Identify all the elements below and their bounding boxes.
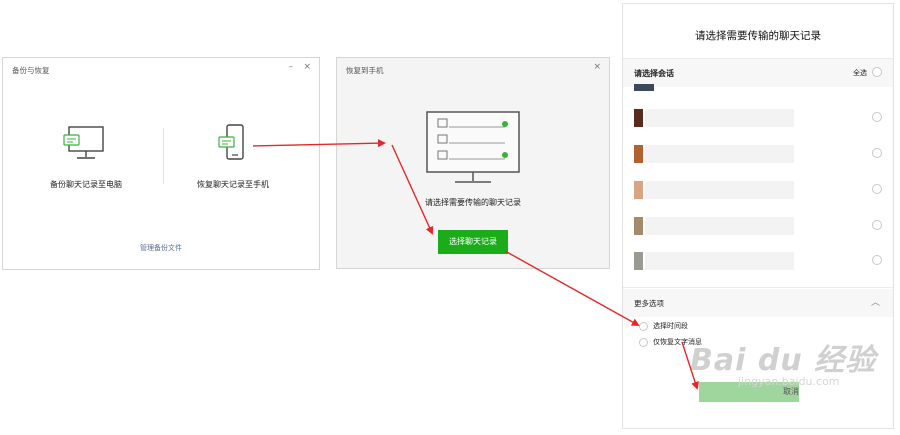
list-item[interactable] (623, 213, 893, 247)
select-all-radio[interactable] (872, 67, 882, 77)
chat-select-radio[interactable] (872, 255, 882, 265)
option-radio[interactable] (639, 321, 648, 331)
list-item[interactable] (623, 248, 893, 282)
restore-to-phone-label: 恢复聊天记录至手机 (197, 180, 269, 189)
avatar (634, 217, 643, 235)
list-item[interactable] (623, 105, 893, 139)
list-item[interactable] (623, 84, 893, 94)
monitor-checklist-icon (426, 111, 520, 183)
chat-select-radio[interactable] (872, 112, 882, 122)
backup-to-pc-option[interactable]: 备份聊天记录至电脑 (21, 124, 151, 190)
avatar (634, 252, 643, 270)
window-title: 恢复到手机 (346, 66, 384, 75)
chat-name-placeholder (645, 145, 794, 163)
list-item[interactable] (623, 177, 893, 211)
option-text-only[interactable]: 仅恢复文字消息 (639, 336, 702, 348)
chat-name-placeholder (645, 109, 794, 127)
option-time-range[interactable]: 选择时间段 (639, 320, 688, 332)
option-label: 仅恢复文字消息 (653, 338, 702, 346)
option-divider (163, 128, 164, 184)
chevron-up-icon[interactable]: ︿ (871, 295, 880, 308)
avatar (634, 84, 654, 91)
section-label: 请选择会话 (634, 69, 674, 78)
window-title: 备份与恢复 (12, 66, 50, 75)
chat-name-placeholder (645, 217, 794, 235)
list-item[interactable] (623, 141, 893, 175)
divider (623, 287, 893, 288)
avatar (634, 181, 643, 199)
phone-icon (218, 124, 244, 160)
chat-select-radio[interactable] (872, 184, 882, 194)
avatar (634, 145, 643, 163)
chat-select-radio[interactable] (872, 148, 882, 158)
chat-select-radio[interactable] (872, 220, 882, 230)
restore-caption: 请选择需要传输的聊天记录 (425, 198, 521, 207)
restore-to-phone-window: 恢复到手机 × 请选择需要传输的聊天记录 选择聊天记录 (336, 57, 610, 269)
chat-select-panel: 请选择需要传输的聊天记录 请选择会话 全选 更多选项 ︿ 选择时间段 仅恢复文字… (622, 3, 894, 429)
restore-to-phone-option[interactable]: 恢复聊天记录至手机 (168, 124, 298, 190)
more-options-header[interactable]: 更多选项 ︿ (623, 289, 893, 317)
cancel-button[interactable]: 取消 (783, 386, 799, 397)
backup-to-pc-label: 备份聊天记录至电脑 (50, 180, 122, 189)
backup-restore-window: 备份与恢复 – × 备份聊天记录至电脑 恢复聊天记录至手机 管理备份文件 (2, 57, 320, 270)
option-label: 选择时间段 (653, 322, 688, 330)
monitor-icon (63, 126, 104, 159)
panel-title: 请选择需要传输的聊天记录 (695, 30, 821, 42)
chat-name-placeholder (645, 252, 794, 270)
more-options-label: 更多选项 (634, 299, 664, 308)
manage-backup-link[interactable]: 管理备份文件 (3, 243, 319, 253)
close-button[interactable]: × (303, 62, 311, 72)
close-button[interactable]: × (593, 62, 601, 72)
option-radio[interactable] (639, 337, 648, 347)
chat-name-placeholder (645, 181, 794, 199)
session-section-header: 请选择会话 全选 (623, 58, 893, 87)
avatar (634, 109, 643, 127)
select-all-label[interactable]: 全选 (853, 68, 867, 78)
minimize-button[interactable]: – (289, 62, 294, 72)
select-chat-records-button[interactable]: 选择聊天记录 (438, 230, 508, 254)
